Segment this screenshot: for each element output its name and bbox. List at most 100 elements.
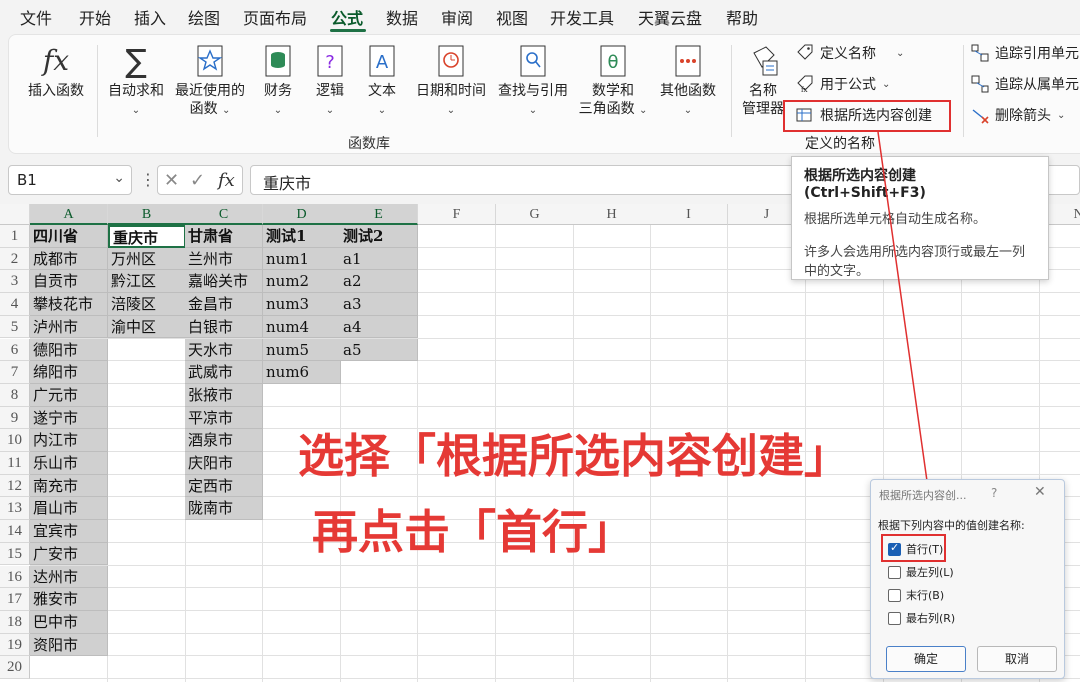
use-in-formula-button[interactable]: fx 用于公式 ⌄ (796, 74, 890, 94)
menu-home[interactable]: 开始 (79, 5, 111, 29)
name-manager-button[interactable]: 名称 管理器 (737, 43, 789, 118)
data-cell[interactable]: 宜宾市 (30, 520, 108, 543)
column-header[interactable]: B (108, 204, 186, 225)
row-header[interactable]: 12 (0, 474, 30, 498)
logical-button[interactable]: ? 逻辑 ⌄ (308, 43, 352, 120)
row-header[interactable]: 9 (0, 406, 30, 430)
cancel-button[interactable]: 取消 (977, 646, 1057, 672)
column-header[interactable]: D (263, 204, 341, 225)
data-cell[interactable]: 嘉峪关市 (185, 270, 263, 294)
column-header[interactable]: A (30, 204, 108, 225)
data-cell[interactable]: 万州区 (108, 247, 186, 271)
menu-insert[interactable]: 插入 (134, 5, 166, 29)
row-header[interactable]: 20 (0, 656, 30, 679)
row-header[interactable]: 13 (0, 497, 30, 521)
data-cell[interactable]: num4 (263, 315, 341, 339)
data-cell[interactable]: 乐山市 (30, 452, 108, 475)
lookup-reference-button[interactable]: 查找与引用 ⌄ (494, 43, 572, 120)
data-cell[interactable]: 绵阳市 (30, 361, 108, 384)
header-cell[interactable]: 测试1 (263, 225, 341, 248)
data-cell[interactable]: 定西市 (185, 474, 263, 498)
row-header[interactable]: 7 (0, 361, 30, 384)
data-cell[interactable]: 武威市 (185, 361, 263, 384)
menu-data[interactable]: 数据 (386, 5, 418, 29)
row-header[interactable]: 17 (0, 588, 30, 611)
data-cell[interactable]: 资阳市 (30, 633, 108, 657)
header-cell[interactable]: 甘肃省 (185, 225, 263, 248)
more-vertical-icon[interactable]: ⋮ (140, 170, 156, 189)
trace-dependents-button[interactable]: 追踪从属单元 (971, 74, 1079, 94)
name-box[interactable]: B1 ⌄ (8, 165, 132, 195)
row-header[interactable]: 2 (0, 247, 30, 271)
data-cell[interactable]: 眉山市 (30, 497, 108, 521)
data-cell[interactable]: num2 (263, 270, 341, 294)
data-cell[interactable]: 天水市 (185, 338, 263, 362)
checkbox-icon[interactable] (888, 611, 901, 625)
menu-file[interactable]: 文件 (20, 5, 52, 29)
data-cell[interactable]: 兰州市 (185, 247, 263, 271)
data-cell[interactable]: 陇南市 (185, 497, 263, 521)
row-header[interactable]: 15 (0, 542, 30, 566)
financial-button[interactable]: 财务 ⌄ (256, 43, 300, 120)
row-header[interactable]: 14 (0, 520, 30, 543)
data-cell[interactable]: 雅安市 (30, 588, 108, 611)
data-cell[interactable]: 成都市 (30, 247, 108, 271)
data-cell[interactable]: 酒泉市 (185, 429, 263, 452)
row-header[interactable]: 8 (0, 383, 30, 407)
close-icon[interactable]: ✕ (1034, 484, 1046, 500)
header-cell[interactable]: 测试2 (340, 225, 418, 248)
menu-developer[interactable]: 开发工具 (550, 5, 614, 29)
menu-review[interactable]: 审阅 (441, 5, 473, 29)
row-header[interactable]: 11 (0, 452, 30, 475)
row-header[interactable]: 6 (0, 338, 30, 362)
menu-formulas[interactable]: 公式 (331, 5, 363, 29)
data-cell[interactable]: 德阳市 (30, 338, 108, 362)
data-cell[interactable]: a1 (340, 247, 418, 271)
data-cell[interactable]: 涪陵区 (108, 293, 186, 316)
option-right-column[interactable]: 最右列(R) (888, 610, 955, 626)
help-icon[interactable]: ? (991, 486, 997, 500)
autosum-button[interactable]: ∑ 自动求和 ⌄ (105, 43, 167, 120)
trace-precedents-button[interactable]: 追踪引用单元 (971, 43, 1079, 63)
data-cell[interactable]: 黔江区 (108, 270, 186, 294)
menu-page-layout[interactable]: 页面布局 (243, 5, 307, 29)
data-cell[interactable]: 攀枝花市 (30, 293, 108, 316)
insert-function-icon[interactable]: fx (218, 170, 235, 191)
data-cell[interactable]: 张掖市 (185, 383, 263, 407)
data-cell[interactable]: a4 (340, 315, 418, 339)
insert-function-button[interactable]: fx 插入函数 (23, 43, 89, 100)
data-cell[interactable]: a2 (340, 270, 418, 294)
header-cell[interactable]: 重庆市 (108, 225, 186, 248)
menu-draw[interactable]: 绘图 (188, 5, 220, 29)
row-header[interactable]: 5 (0, 315, 30, 339)
data-cell[interactable]: num3 (263, 293, 341, 316)
data-cell[interactable]: 遂宁市 (30, 406, 108, 430)
option-left-column[interactable]: 最左列(L) (888, 564, 954, 580)
data-cell[interactable]: 泸州市 (30, 315, 108, 339)
data-cell[interactable]: a3 (340, 293, 418, 316)
row-header[interactable]: 16 (0, 565, 30, 589)
row-header[interactable]: 18 (0, 610, 30, 634)
row-header[interactable]: 10 (0, 429, 30, 452)
data-cell[interactable]: 金昌市 (185, 293, 263, 316)
define-name-button[interactable]: 定义名称 ⌄ (796, 43, 904, 63)
datetime-button[interactable]: 日期和时间 ⌄ (412, 43, 490, 120)
column-header[interactable]: E (340, 204, 418, 225)
data-cell[interactable]: num6 (263, 361, 341, 384)
math-trig-button[interactable]: θ 数学和 三角函数 ⌄ (575, 43, 651, 120)
data-cell[interactable]: a5 (340, 338, 418, 362)
header-cell[interactable]: 四川省 (30, 225, 108, 248)
checkbox-icon[interactable] (888, 588, 901, 602)
menu-view[interactable]: 视图 (496, 5, 528, 29)
column-header[interactable]: C (185, 204, 263, 225)
data-cell[interactable]: 渝中区 (108, 315, 186, 339)
more-functions-button[interactable]: 其他函数 ⌄ (655, 43, 721, 120)
data-cell[interactable]: 广安市 (30, 542, 108, 566)
data-cell[interactable]: 庆阳市 (185, 452, 263, 475)
row-header[interactable]: 19 (0, 633, 30, 657)
cancel-icon[interactable]: ✕ (164, 170, 179, 191)
ok-button[interactable]: 确定 (886, 646, 966, 672)
text-button[interactable]: A 文本 ⌄ (360, 43, 404, 120)
data-cell[interactable]: 南充市 (30, 474, 108, 498)
data-cell[interactable]: num1 (263, 247, 341, 271)
